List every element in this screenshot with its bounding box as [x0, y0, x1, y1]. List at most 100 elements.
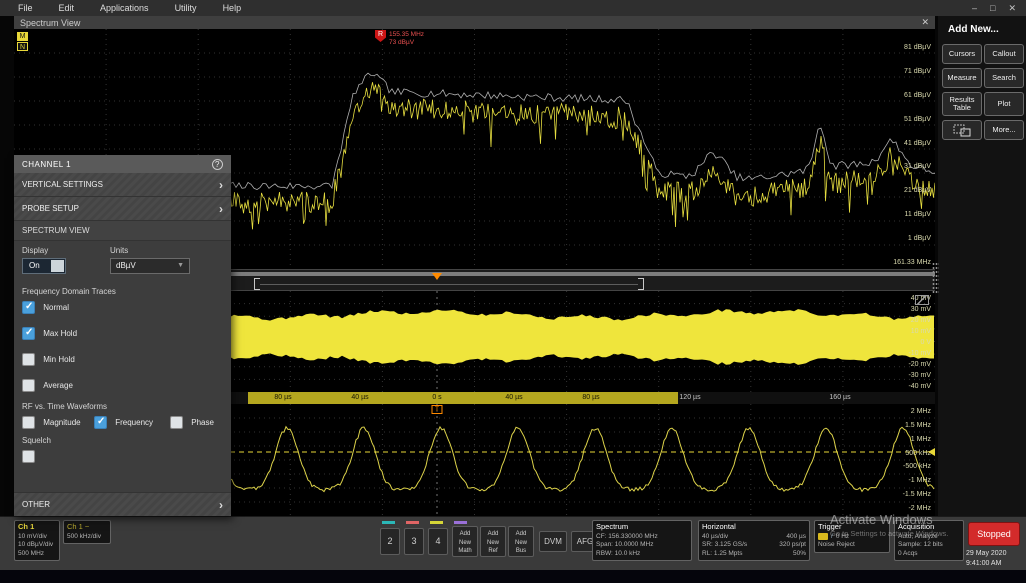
y-axis-label: -30 mV [908, 372, 931, 379]
y-axis-label: -20 mV [908, 361, 931, 368]
menu-bar: File Edit Applications Utility Help – □ … [0, 0, 1026, 16]
search-button[interactable]: Search [984, 68, 1024, 88]
horizontal-badge[interactable]: Horizontal 40 µs/div 400 µs SR: 3.125 GS… [698, 520, 810, 561]
badge-line: RBW: 10.0 kHz [596, 550, 688, 558]
vertical-settings-row[interactable]: VERTICAL SETTINGS › [14, 173, 231, 197]
channel-panel-header[interactable]: CHANNEL 1 ? [14, 155, 231, 173]
menu-file[interactable]: File [18, 3, 33, 13]
channel4-button[interactable]: 4 [428, 528, 448, 555]
rf-y-axis: 2 MHz 1.5 MHz 1 MHz 500 kHz -500 kHz -1 … [903, 408, 931, 512]
ch1-spectrum-badge[interactable]: Ch 1 ~ 500 kHz/div [63, 520, 111, 544]
checkbox-icon[interactable] [22, 450, 35, 463]
channel3-button[interactable]: 3 [404, 528, 424, 555]
menu-utility[interactable]: Utility [175, 3, 197, 13]
resize-handle[interactable] [932, 262, 939, 294]
checkbox-icon[interactable] [22, 416, 35, 429]
checkbox-phase[interactable]: Phase [170, 416, 214, 429]
zoom-window-brackets[interactable] [254, 278, 644, 290]
ch4-color-key [430, 521, 443, 524]
spectrum-view-titlebar[interactable]: Spectrum View ✕ [14, 16, 935, 29]
time-label: 80 µs [582, 394, 599, 401]
spectrum-view-close-icon[interactable]: ✕ [921, 17, 929, 28]
ch1-badge[interactable]: Ch 1 10 mV/div 10 dBµV/div 500 MHz [14, 520, 60, 561]
other-row[interactable]: OTHER › [14, 492, 231, 516]
button-line: Add [509, 530, 533, 539]
checkbox-max-hold[interactable]: Max Hold [22, 327, 77, 340]
zoomed-time-band[interactable] [248, 392, 678, 404]
trigger-mode: Noise Reject [818, 541, 886, 549]
time-label: 40 µs [505, 394, 522, 401]
y-axis-label: 71 dBµV [904, 68, 931, 75]
y-axis-label: 1 MHz [911, 436, 931, 443]
y-axis-label: -1.5 MHz [903, 491, 931, 498]
y-axis-label: 51 dBµV [904, 116, 931, 123]
y-axis-label: 1.5 MHz [905, 422, 931, 429]
add-new-math-button[interactable]: Add New Math [452, 526, 478, 557]
y-axis-label: 81 dBµV [904, 44, 931, 51]
results-table-button[interactable]: Results Table [942, 92, 982, 116]
cursors-button[interactable]: Cursors [942, 44, 982, 64]
maximize-icon[interactable]: □ [990, 3, 995, 13]
badge-line: 10 dBµV/div [18, 541, 56, 549]
close-icon[interactable]: ✕ [1008, 3, 1016, 14]
dvm-button[interactable]: DVM [539, 531, 567, 552]
toggle-knob[interactable] [51, 260, 64, 272]
squelch-label: Squelch [22, 436, 51, 445]
time-label: 120 µs [679, 394, 700, 401]
zoom-bracket-left[interactable] [254, 278, 260, 290]
badge-line: Span: 10.0000 MHz [596, 541, 688, 549]
callout-button[interactable]: Callout [984, 44, 1024, 64]
checkbox-icon[interactable] [94, 416, 107, 429]
menu-help[interactable]: Help [223, 3, 242, 13]
units-dropdown[interactable]: dBµV ▼ [110, 258, 190, 274]
menu-edit[interactable]: Edit [59, 3, 75, 13]
zoom-bracket-right[interactable] [638, 278, 644, 290]
y-axis-label: 2 MHz [911, 408, 931, 415]
add-new-title: Add New... [948, 24, 999, 35]
zoom-button[interactable] [942, 120, 982, 140]
checkbox-icon[interactable] [22, 353, 35, 366]
help-icon[interactable]: ? [212, 159, 223, 170]
more-button[interactable]: More... [984, 120, 1024, 140]
trigger-level-marker[interactable] [928, 448, 935, 456]
add-new-ref-button[interactable]: Add New Ref [480, 526, 506, 557]
normal-trace-badge[interactable]: N [17, 42, 28, 51]
checkbox-normal[interactable]: Normal [22, 301, 69, 314]
badge-line: 0 Acqs [898, 550, 960, 558]
datetime-display: 29 May 2020 9:41:00 AM [966, 549, 1006, 569]
expansion-point-marker[interactable] [432, 273, 442, 280]
y-axis-label: -500 kHz [903, 463, 931, 470]
row-label: OTHER [22, 500, 50, 509]
checkbox-icon[interactable] [170, 416, 183, 429]
chevron-right-icon: › [219, 202, 223, 216]
checkbox-icon[interactable] [22, 301, 35, 314]
activate-windows-watermark-sub: Go to Settings to activate Windows. [830, 529, 948, 538]
expand-icon[interactable] [915, 295, 929, 305]
measure-button[interactable]: Measure [942, 68, 982, 88]
badge-value: 40 µs/div [702, 533, 728, 541]
plot-button[interactable]: Plot [984, 92, 1024, 116]
badge-title: Ch 1 [18, 522, 56, 532]
trigger-position-marker[interactable]: T [432, 405, 443, 414]
button-line: Math [453, 547, 477, 556]
run-stop-button[interactable]: Stopped [968, 522, 1020, 546]
spectrum-badge[interactable]: Spectrum CF: 156.330000 MHz Span: 10.000… [592, 520, 692, 561]
checkbox-frequency[interactable]: Frequency [94, 416, 153, 429]
probe-setup-row[interactable]: PROBE SETUP › [14, 197, 231, 221]
channel2-button[interactable]: 2 [380, 528, 400, 555]
oscilloscope-app: File Edit Applications Utility Help – □ … [0, 0, 1026, 583]
add-new-bus-button[interactable]: Add New Bus [508, 526, 534, 557]
checkbox-icon[interactable] [22, 379, 35, 392]
menu-applications[interactable]: Applications [100, 3, 149, 13]
math-color-key [454, 521, 467, 524]
checkbox-min-hold[interactable]: Min Hold [22, 353, 75, 366]
checkbox-icon[interactable] [22, 327, 35, 340]
y-axis-label: -10 mV [908, 350, 931, 357]
max-hold-trace-badge[interactable]: M [17, 32, 28, 41]
checkbox-average[interactable]: Average [22, 379, 73, 392]
time-label: 80 µs [274, 394, 291, 401]
display-toggle[interactable]: On [22, 258, 66, 274]
checkbox-squelch[interactable] [22, 450, 35, 463]
minimize-icon[interactable]: – [972, 3, 977, 13]
checkbox-magnitude[interactable]: Magnitude [22, 416, 81, 429]
